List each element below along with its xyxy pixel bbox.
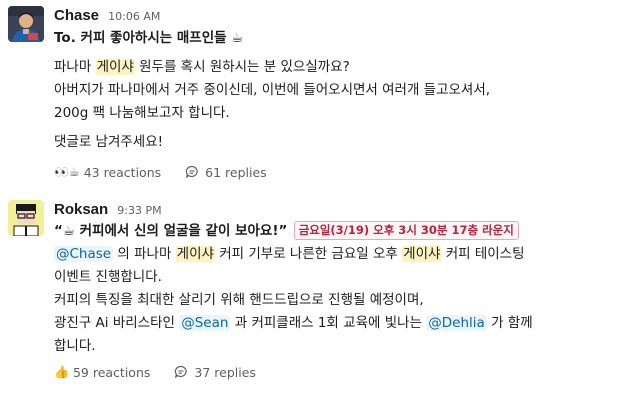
author-name[interactable]: Roksan	[54, 201, 108, 218]
event-quote: “☕ 커피에서 신의 얼굴을 같이 보아요!”	[54, 223, 288, 239]
text-segment: 과 커피클래스 1회 교육에 빛나는	[230, 315, 427, 331]
mention-chase[interactable]: @Chase	[54, 246, 114, 262]
message-line-3: 이벤트 진행합니다.	[54, 269, 162, 285]
replies-link[interactable]: 37 replies	[174, 365, 256, 380]
highlighted-keyword: 게이샤	[175, 246, 215, 262]
message-line-5: 광진구 Ai 바리스타인 @Sean 과 커피클래스 1회 교육에 빛나는 @D…	[54, 312, 612, 335]
timestamp[interactable]: 9:33 PM	[117, 204, 161, 217]
avatar-roksan[interactable]	[8, 200, 44, 236]
message-line-2: 아버지가 파나마에서 거주 중이신데, 이번에 들어오시면서 여러개 들고오셔서…	[54, 82, 491, 98]
mention-sean[interactable]: @Sean	[179, 315, 231, 331]
highlighted-keyword: 게이샤	[402, 246, 442, 262]
avatar-chase[interactable]	[8, 6, 44, 42]
text-segment: 커피 테이스팅	[441, 246, 525, 262]
text-segment: 의 파나마	[113, 246, 176, 262]
message-line-6: 합니다.	[54, 338, 96, 354]
message-line-3: 200g 팩 나눔해보고자 합니다.	[54, 105, 230, 121]
reactions-count: 43 reactions	[83, 164, 162, 180]
avatar-chase-image	[8, 6, 44, 42]
text-segment: 광진구 Ai 바리스타인	[54, 315, 180, 331]
message-footer: 👀☕ 43 reactions 61 replies	[54, 160, 612, 184]
avatar-roksan-image	[8, 200, 44, 236]
text-segment: 가 함께	[486, 315, 533, 331]
message-body: Roksan 9:33 PM “☕ 커피에서 신의 얼굴을 같이 보아요!” 금…	[54, 200, 612, 384]
reaction-emoji-icons: 👍	[54, 365, 69, 379]
message-title: To. 커피 좋아하시는 매프인들 ☕	[54, 30, 244, 46]
message-header: Roksan 9:33 PM	[54, 200, 612, 220]
replies-link[interactable]: 61 replies	[185, 165, 267, 180]
message-line-1: 파나마 게이샤 원두를 혹시 원하시는 분 있으실까요?	[54, 56, 612, 79]
replies-count: 61 replies	[205, 164, 267, 180]
message-line-1: “☕ 커피에서 신의 얼굴을 같이 보아요!” 금요일(3/19) 오후 3시 …	[54, 220, 612, 243]
text-segment: 커피 기부로 나른한 금요일 오후	[214, 246, 403, 262]
reactions-count: 59 reactions	[72, 364, 151, 380]
date-location-badge: 금요일(3/19) 오후 3시 30분 17층 라운지	[293, 221, 519, 240]
timestamp[interactable]: 10:06 AM	[108, 10, 160, 23]
text-segment: 원두를 혹시 원하시는 분 있으실까요?	[134, 59, 350, 75]
reactions-summary[interactable]: 👀☕ 43 reactions	[54, 165, 161, 180]
text-segment: 파나마	[54, 59, 96, 75]
message-line-2: @Chase 의 파나마 게이샤 커피 기부로 나른한 금요일 오후 게이샤 커…	[54, 243, 612, 266]
thread-replies-icon	[185, 165, 198, 178]
message-header: Chase 10:06 AM	[54, 6, 612, 26]
highlighted-keyword: 게이샤	[95, 59, 135, 75]
message-footer: 👍 59 reactions 37 replies	[54, 360, 612, 384]
thread-replies-icon	[175, 365, 188, 378]
author-name[interactable]: Chase	[54, 7, 99, 24]
replies-count: 37 replies	[194, 364, 256, 380]
reaction-emoji-icons: 👀☕	[54, 165, 80, 179]
message-body: Chase 10:06 AM To. 커피 좋아하시는 매프인들 ☕ 파나마 게…	[54, 6, 612, 184]
message-line-4: 댓글로 남겨주세요!	[54, 134, 164, 150]
mention-dehlia[interactable]: @Dehlia	[426, 315, 487, 331]
reactions-summary[interactable]: 👍 59 reactions	[54, 365, 150, 380]
message-line-4: 커피의 특징을 최대한 살리기 위해 핸드드립으로 진행될 예정이며,	[54, 292, 424, 308]
